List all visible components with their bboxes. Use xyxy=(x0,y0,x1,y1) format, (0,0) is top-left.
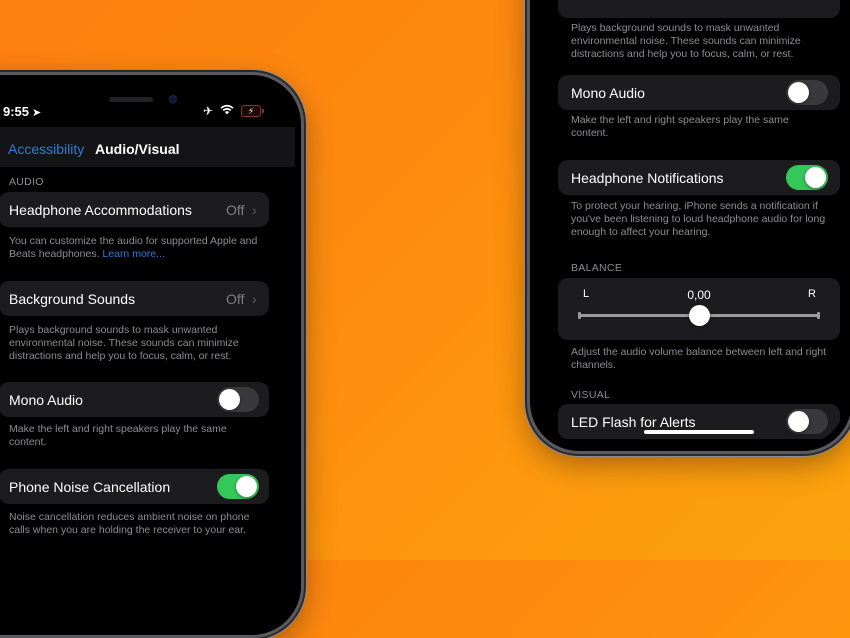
row-label: Mono Audio xyxy=(571,84,645,101)
chevron-right-icon: › xyxy=(252,201,257,218)
headphone-notifications-toggle[interactable] xyxy=(786,165,828,190)
section-header-balance: BALANCE xyxy=(571,262,623,274)
row-label: Background Sounds xyxy=(9,290,136,307)
row-label: LED Flash for Alerts xyxy=(571,413,696,430)
status-bar: 9:55 ➤ ✈ ⚡ xyxy=(3,101,285,123)
balance-left-label: L xyxy=(583,288,590,300)
status-time: 9:55 ➤ xyxy=(3,104,41,119)
background-sounds-row-partial[interactable] xyxy=(558,0,840,18)
navigation-bar: Accessibility Audio/Visual xyxy=(0,127,295,167)
headphone-notifications-row: Headphone Notifications xyxy=(558,160,840,195)
time-text: 9:55 xyxy=(3,104,30,119)
mono-audio-toggle[interactable] xyxy=(217,387,259,412)
left-phone-screen: 9:55 ➤ ✈ ⚡ Accessibility Audio/Visual AUD… xyxy=(0,81,295,629)
toggle-knob xyxy=(219,389,240,410)
battery-charging-icon: ⚡ xyxy=(241,105,264,117)
mono-audio-row: Mono Audio xyxy=(558,75,840,110)
right-phone-screen: Plays background sounds to mask unwanted… xyxy=(536,0,846,445)
row-value: Off xyxy=(226,290,245,307)
balance-slider-cell: L 0,00 R xyxy=(558,278,840,340)
mono-audio-toggle[interactable] xyxy=(786,80,828,105)
row-label: Headphone Notifications xyxy=(571,169,724,186)
chevron-right-icon: › xyxy=(252,290,257,307)
home-indicator[interactable] xyxy=(644,430,754,434)
mono-audio-footer: Make the left and right speakers play th… xyxy=(9,423,227,448)
volume-button xyxy=(527,5,528,63)
phone-noise-cancellation-footer: Noise cancellation reduces ambient noise… xyxy=(9,511,250,536)
background-sounds-footer: Plays background sounds to mask unwanted… xyxy=(571,22,801,60)
row-label: Headphone Accommodations xyxy=(9,201,192,218)
headphone-notifications-footer: To protect your hearing, iPhone sends a … xyxy=(571,200,826,238)
right-iphone: Plays background sounds to mask unwanted… xyxy=(527,0,850,454)
toggle-knob xyxy=(805,167,826,188)
left-iphone: 9:55 ➤ ✈ ⚡ Accessibility Audio/Visual AUD… xyxy=(0,72,304,638)
phone-noise-cancellation-toggle[interactable] xyxy=(217,474,259,499)
toggle-knob xyxy=(236,476,257,497)
section-header-visual: VISUAL xyxy=(571,389,611,401)
side-button xyxy=(303,225,304,315)
row-value: Off xyxy=(226,201,245,218)
background-sounds-row[interactable]: Background Sounds Off › xyxy=(0,281,269,316)
row-label: Phone Noise Cancellation xyxy=(9,478,171,495)
slider-max-cap xyxy=(817,312,820,319)
section-header-audio: AUDIO xyxy=(9,176,44,188)
balance-value: 0,00 xyxy=(687,288,711,302)
back-button-accessibility[interactable]: Accessibility xyxy=(8,141,84,157)
headphone-accommodations-row[interactable]: Headphone Accommodations Off › xyxy=(0,192,269,227)
row-label: Mono Audio xyxy=(9,391,83,408)
background-sounds-footer: Plays background sounds to mask unwanted… xyxy=(9,324,239,362)
balance-slider-knob[interactable] xyxy=(688,305,710,326)
led-flash-toggle[interactable] xyxy=(786,409,828,434)
balance-right-label: R xyxy=(808,288,816,300)
balance-footer: Adjust the audio volume balance between … xyxy=(571,346,827,371)
status-icons: ✈ ⚡ xyxy=(202,104,264,118)
page-title: Audio/Visual xyxy=(95,141,180,157)
location-arrow-icon: ➤ xyxy=(32,107,42,119)
toggle-knob xyxy=(788,411,809,432)
phone-noise-cancellation-row: Phone Noise Cancellation xyxy=(0,469,269,504)
toggle-knob xyxy=(788,82,809,103)
learn-more-link[interactable]: Learn more... xyxy=(102,248,164,260)
mono-audio-footer: Make the left and right speakers play th… xyxy=(571,114,789,139)
wifi-icon xyxy=(220,104,234,118)
headphone-accommodations-footer: You can customize the audio for supporte… xyxy=(9,235,259,261)
airplane-icon: ✈ xyxy=(202,104,213,118)
mono-audio-row: Mono Audio xyxy=(0,382,269,417)
